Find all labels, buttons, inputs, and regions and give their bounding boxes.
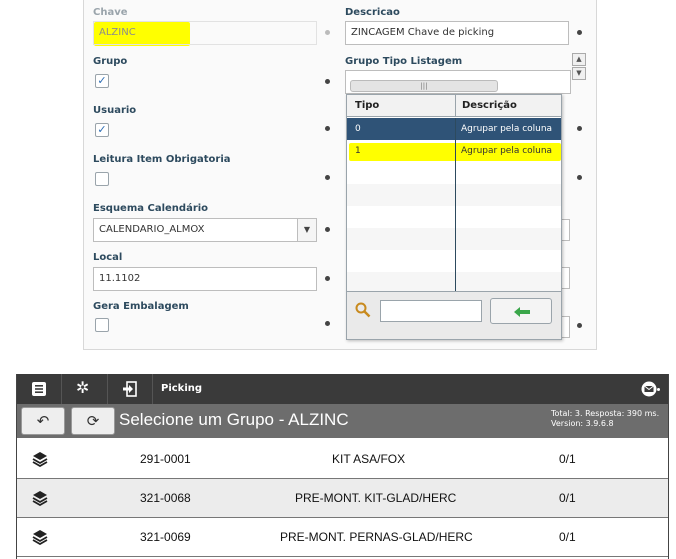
dropdown-footer (347, 291, 561, 339)
row-1-tipo: 1 (355, 146, 361, 156)
descricao-indicator (577, 30, 582, 35)
grupo-tipo-hscroll-thumb[interactable]: ||| (420, 82, 427, 90)
descricao-input[interactable]: ZINCAGEM Chave de picking (345, 21, 569, 45)
tipo-dropdown-list: Tipo Descrição 0 Agrupar pela coluna 1 A… (346, 94, 562, 340)
gera-label: Gera Embalagem (93, 301, 189, 312)
status-version: Version: 3.9.6.8 (551, 419, 614, 428)
refresh-icon: ⟳ (86, 412, 100, 430)
row-qty: 0/1 (559, 452, 576, 466)
leitura-indicator (325, 175, 330, 180)
chave-indicator (325, 30, 330, 35)
header-tipo: Tipo (355, 100, 380, 111)
picking-app: ✲ Picking ↶ ⟳ Selecione um Grupo - ALZIN… (16, 374, 669, 559)
grupo-tipo-hscrollbar[interactable]: ||| (350, 80, 498, 92)
row-code: 321-0069 (140, 530, 191, 544)
grupo-indicator (325, 79, 330, 84)
local-indicator (325, 276, 330, 281)
gear-icon: ✲ (76, 378, 90, 397)
row-code: 291-0001 (140, 452, 191, 466)
dropdown-empty-row (347, 184, 561, 206)
row-qty: 0/1 (559, 491, 576, 505)
header-descricao: Descrição (462, 100, 517, 111)
descricao-label: Descricao (345, 7, 400, 18)
page-title: Selecione um Grupo - ALZINC (119, 410, 349, 429)
leitura-checkbox[interactable] (95, 172, 109, 186)
right-indicator-3 (577, 323, 582, 328)
hidden-field-edge-2 (561, 267, 570, 289)
status-info: Total: 3. Resposta: 390 ms. Version: 3.9… (551, 409, 659, 429)
chave-input[interactable]: ALZINC (93, 21, 317, 45)
undo-icon: ↶ (36, 412, 50, 430)
status-total: Total: 3. Resposta: 390 ms. (551, 409, 660, 418)
chave-label: Chave (93, 7, 128, 18)
grupo-checkbox[interactable]: ✓ (95, 74, 109, 88)
title-bar: ↶ ⟳ Selecione um Grupo - ALZINC Total: 3… (17, 404, 668, 438)
layers-icon (32, 452, 48, 467)
esquema-select[interactable]: CALENDARIO_ALMOX (93, 218, 317, 242)
layers-icon (32, 530, 48, 545)
table-row[interactable]: 291-0001 KIT ASA/FOX 0/1 (17, 440, 668, 479)
row-name: PRE-MONT. PERNAS-GLAD/HERC (280, 530, 473, 544)
right-indicator-2 (577, 175, 582, 180)
menu-button[interactable] (17, 374, 62, 404)
hidden-field-edge-1 (561, 219, 570, 241)
usuario-checkbox[interactable]: ✓ (95, 123, 109, 137)
message-button[interactable] (639, 381, 663, 397)
search-icon[interactable] (355, 302, 371, 318)
usuario-label: Usuario (93, 105, 137, 116)
row-code: 321-0068 (140, 491, 191, 505)
local-input[interactable]: 11.1102 (93, 267, 317, 291)
arrow-left-icon (514, 307, 530, 317)
refresh-button[interactable]: ⟳ (71, 407, 115, 435)
table-row[interactable]: 321-0069 PRE-MONT. PERNAS-GLAD/HERC 0/1 (17, 518, 668, 557)
local-label: Local (93, 252, 123, 263)
row-1-descricao: Agrupar pela coluna (461, 146, 553, 156)
top-toolbar: ✲ Picking (17, 374, 668, 404)
exit-icon (123, 381, 137, 397)
dropdown-empty-row (347, 228, 561, 250)
esquema-indicator (325, 227, 330, 232)
dropdown-search-input[interactable] (380, 300, 482, 322)
row-qty: 0/1 (559, 530, 576, 544)
row-0-tipo: 0 (355, 124, 361, 134)
settings-button[interactable]: ✲ (62, 374, 108, 404)
notification-dot (657, 388, 660, 391)
column-separator (455, 118, 456, 291)
logout-button[interactable] (108, 374, 153, 404)
dropdown-header: Tipo Descrição (347, 95, 561, 117)
back-button[interactable]: ↶ (21, 407, 65, 435)
leitura-label: Leitura Item Obrigatoria (93, 154, 231, 165)
list-icon (32, 382, 46, 396)
gera-indicator (325, 321, 330, 326)
scroll-down-arrow-icon[interactable]: ▼ (572, 67, 586, 80)
message-icon (641, 381, 657, 397)
gera-checkbox[interactable] (95, 318, 109, 332)
app-title: Picking (161, 383, 203, 394)
esquema-label: Esquema Calendário (93, 203, 209, 214)
chevron-down-icon[interactable]: ▼ (297, 219, 316, 241)
row-0-descricao: Agrupar pela coluna (461, 124, 553, 134)
dropdown-row-1[interactable]: 1 Agrupar pela coluna (347, 140, 561, 162)
table-row[interactable]: 321-0068 PRE-MONT. KIT-GLAD/HERC 0/1 (17, 479, 668, 518)
right-indicator-1 (577, 126, 582, 131)
row-name: KIT ASA/FOX (332, 452, 406, 466)
grupo-tipo-label: Grupo Tipo Listagem (345, 56, 463, 67)
row-name: PRE-MONT. KIT-GLAD/HERC (295, 491, 457, 505)
dropdown-empty-row (347, 272, 561, 291)
layers-icon (32, 491, 48, 506)
dropdown-row-0[interactable]: 0 Agrupar pela coluna (347, 118, 561, 140)
grupo-label: Grupo (93, 56, 128, 67)
scroll-up-arrow-icon[interactable]: ▲ (572, 53, 586, 66)
confirm-button[interactable] (490, 298, 552, 324)
usuario-indicator (325, 126, 330, 131)
hidden-field-edge-3 (561, 316, 570, 338)
